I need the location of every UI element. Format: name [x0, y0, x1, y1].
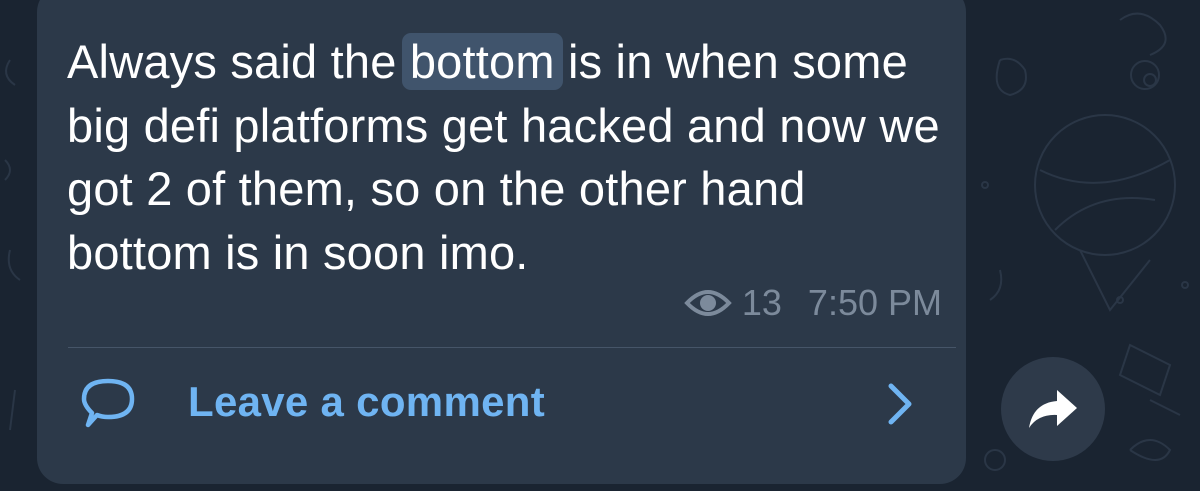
- message-text-start: Always said the: [67, 35, 410, 88]
- leave-comment-label: Leave a comment: [188, 378, 545, 425]
- chevron-right-icon[interactable]: [885, 381, 915, 427]
- eye-icon: [684, 290, 732, 316]
- search-highlight: bottom: [401, 33, 563, 90]
- share-arrow-icon: [1029, 390, 1077, 428]
- message-meta: 13 7:50 PM: [684, 282, 942, 324]
- views-count: 13: [741, 282, 782, 323]
- message-text: Always said the bottom is in when some b…: [67, 30, 947, 284]
- comment-bubble-icon: [81, 378, 135, 428]
- share-button[interactable]: [1001, 357, 1105, 461]
- leave-comment-button[interactable]: Leave a comment: [37, 348, 966, 470]
- message-bubble: Always said the bottom is in when some b…: [37, 0, 966, 484]
- message-time: 7:50 PM: [807, 282, 942, 323]
